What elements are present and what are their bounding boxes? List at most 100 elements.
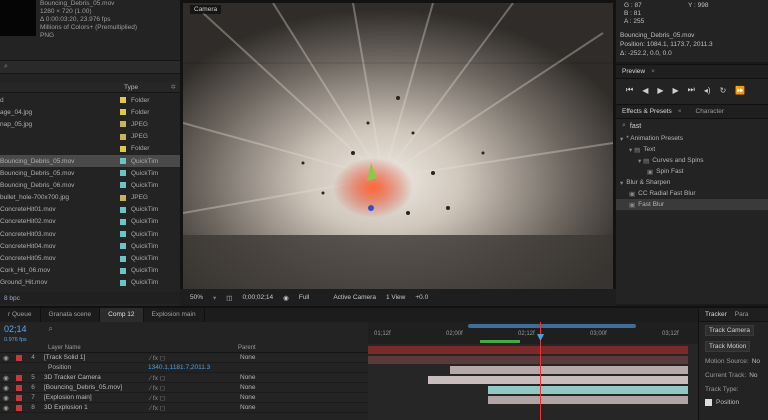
layer-switches[interactable]: ⁄ fx ◻ bbox=[150, 404, 220, 412]
label-color-swatch[interactable] bbox=[120, 194, 126, 201]
layer-switches[interactable]: ⁄ fx ◻ bbox=[150, 354, 220, 362]
zoom-select[interactable]: 50% bbox=[190, 294, 203, 301]
label-color-swatch[interactable] bbox=[120, 267, 126, 274]
folder-icon[interactable]: ▣ bbox=[647, 168, 653, 176]
project-item[interactable]: bullet_hole-700x700.jpg JPEG bbox=[0, 192, 180, 204]
last-frame-icon[interactable]: ⏭ bbox=[688, 85, 695, 95]
project-item[interactable]: ConcreteHit04.mov QuickTim bbox=[0, 240, 180, 252]
layer-name[interactable]: [Bouncing_Debris_05.mov] bbox=[40, 384, 150, 391]
project-item[interactable]: ConcreteHit03.mov QuickTim bbox=[0, 228, 180, 240]
column-header-type[interactable]: Type bbox=[124, 84, 138, 91]
label-color-swatch[interactable] bbox=[120, 97, 126, 104]
project-item[interactable]: Folder bbox=[0, 143, 180, 155]
project-item[interactable]: Bouncing_Debris_05.mov QuickTim bbox=[0, 167, 180, 179]
camera-snapshot-icon[interactable]: ◉ bbox=[283, 294, 289, 302]
resolution-select[interactable]: Full bbox=[299, 294, 309, 301]
viewer-timecode[interactable]: 0;00;02;14 bbox=[242, 294, 273, 301]
project-bpc-label[interactable]: 8 bpc bbox=[4, 295, 20, 302]
parent-select[interactable]: None bbox=[240, 354, 256, 361]
exposure-value[interactable]: +0.0 bbox=[415, 294, 428, 301]
layer-switches[interactable]: ⁄ fx ◻ bbox=[150, 384, 220, 392]
tab-character[interactable]: Character bbox=[690, 105, 731, 118]
layer-bar[interactable] bbox=[368, 356, 688, 364]
folder-icon[interactable]: ▣ bbox=[629, 201, 635, 209]
dropdown-icon[interactable]: ▾ bbox=[213, 294, 216, 302]
label-color-swatch[interactable] bbox=[120, 206, 126, 213]
effects-tree-item[interactable]: ▣ CC Radial Fast Blur bbox=[616, 188, 768, 199]
close-icon[interactable]: × bbox=[651, 68, 655, 75]
layer-name[interactable]: [Explosion main] bbox=[40, 394, 150, 401]
layer-row[interactable]: ◉ 7 [Explosion main] ⁄ fx ◻ None bbox=[0, 393, 368, 403]
timeline-tracks[interactable]: 01;12f 02;00f 02;12f 03;00f 03;12f bbox=[368, 322, 698, 420]
layer-bar[interactable] bbox=[488, 386, 688, 394]
layer-row[interactable]: ◉ 4 [Track Solid 1] ⁄ fx ◻ None bbox=[0, 353, 368, 363]
camera-select[interactable]: Active Camera bbox=[333, 294, 376, 301]
folder-icon[interactable]: ▾ ▤ bbox=[638, 157, 649, 165]
label-color-swatch[interactable] bbox=[120, 255, 126, 262]
layer-label-color[interactable] bbox=[16, 394, 22, 401]
visibility-eye-icon[interactable]: ◉ bbox=[0, 384, 12, 392]
effects-search-field[interactable]: ⌕ fast bbox=[616, 119, 768, 133]
project-item[interactable]: age_04.jpg Folder bbox=[0, 106, 180, 118]
ram-preview-icon[interactable]: ⏩ bbox=[735, 86, 745, 95]
disclosure-icon[interactable]: ▾ bbox=[620, 179, 623, 187]
track-camera-button[interactable]: Track Camera bbox=[705, 324, 754, 336]
effects-tree-item[interactable]: ▣ Spin Fast bbox=[616, 166, 768, 177]
settings-icon[interactable]: ✲ bbox=[171, 83, 176, 91]
column-header-layer-name[interactable]: Layer Name bbox=[48, 345, 238, 351]
search-icon[interactable]: ⌕ bbox=[49, 324, 53, 334]
snapshot-icon[interactable]: ◫ bbox=[226, 294, 232, 302]
play-icon[interactable]: ▶︎ bbox=[657, 86, 663, 95]
label-color-swatch[interactable] bbox=[120, 121, 126, 128]
label-color-swatch[interactable] bbox=[120, 170, 126, 177]
track-motion-button[interactable]: Track Motion bbox=[705, 340, 751, 352]
layer-switches[interactable]: ⁄ fx ◻ bbox=[150, 374, 220, 382]
effects-tree-item[interactable]: ▾ ▤ Text bbox=[616, 144, 768, 155]
position-checkbox[interactable] bbox=[705, 398, 712, 406]
layer-label-color[interactable] bbox=[16, 354, 22, 361]
tab-tracker[interactable]: Tracker bbox=[699, 308, 733, 321]
close-icon[interactable]: × bbox=[678, 108, 682, 115]
effects-tree-item[interactable]: ▣ Fast Blur bbox=[616, 199, 768, 210]
position-property-value[interactable]: 1340.1,1181.7,2011.3 bbox=[148, 364, 210, 371]
views-select[interactable]: 1 View bbox=[386, 294, 405, 301]
parent-select[interactable]: None bbox=[240, 404, 256, 411]
tab-effects-presets[interactable]: Effects & Presets bbox=[616, 105, 678, 118]
label-color-swatch[interactable] bbox=[120, 279, 126, 286]
project-item[interactable]: ConcreteHit01.mov QuickTim bbox=[0, 204, 180, 216]
project-item[interactable]: Ground_Hit.mov QuickTim bbox=[0, 277, 180, 289]
project-item[interactable]: ConcreteHit05.mov QuickTim bbox=[0, 252, 180, 264]
layer-label-color[interactable] bbox=[16, 374, 22, 381]
project-item[interactable]: d Folder bbox=[0, 94, 180, 106]
column-header-parent[interactable]: Parent bbox=[238, 345, 256, 351]
label-color-swatch[interactable] bbox=[120, 243, 126, 250]
visibility-eye-icon[interactable]: ◉ bbox=[0, 354, 12, 362]
layer-name[interactable]: 3D Tracker Camera bbox=[40, 374, 150, 381]
label-color-swatch[interactable] bbox=[120, 218, 126, 225]
parent-select[interactable]: None bbox=[240, 374, 256, 381]
timeline-tab[interactable]: Granata scene bbox=[41, 308, 101, 322]
parent-select[interactable]: None bbox=[240, 394, 256, 401]
layer-row[interactable]: ◉ 5 3D Tracker Camera ⁄ fx ◻ None bbox=[0, 373, 368, 383]
effects-tree-item[interactable]: ▾ * Animation Presets bbox=[616, 133, 768, 144]
project-item[interactable]: Cork_Hit_06.mov QuickTim bbox=[0, 265, 180, 277]
timeline-timecode[interactable]: 02;14 bbox=[4, 324, 27, 334]
disclosure-icon[interactable]: ▾ bbox=[620, 135, 623, 143]
layer-name[interactable]: [Track Solid 1] bbox=[40, 354, 150, 361]
timeline-tab[interactable]: r Queue bbox=[0, 308, 41, 322]
label-color-swatch[interactable] bbox=[120, 133, 126, 140]
label-color-swatch[interactable] bbox=[120, 182, 126, 189]
prev-frame-icon[interactable]: ◀︎ bbox=[642, 86, 648, 95]
project-item[interactable]: nap_05.jpg JPEG bbox=[0, 118, 180, 130]
layer-name[interactable]: 3D Explosion 1 bbox=[40, 404, 150, 411]
project-item[interactable]: ConcreteHit02.mov QuickTim bbox=[0, 216, 180, 228]
layer-bar[interactable] bbox=[428, 376, 688, 384]
visibility-eye-icon[interactable]: ◉ bbox=[0, 404, 12, 412]
motion-source-select[interactable]: No bbox=[752, 358, 760, 365]
position-property-row[interactable]: Position 1340.1,1181.7,2011.3 bbox=[0, 363, 368, 373]
next-frame-icon[interactable]: ▶︎ bbox=[673, 86, 679, 95]
folder-icon[interactable]: ▣ bbox=[629, 190, 635, 198]
project-item[interactable]: Bouncing_Debris_06.mov QuickTim bbox=[0, 179, 180, 191]
tab-preview[interactable]: Preview bbox=[616, 65, 651, 78]
layer-bar[interactable] bbox=[368, 346, 688, 354]
